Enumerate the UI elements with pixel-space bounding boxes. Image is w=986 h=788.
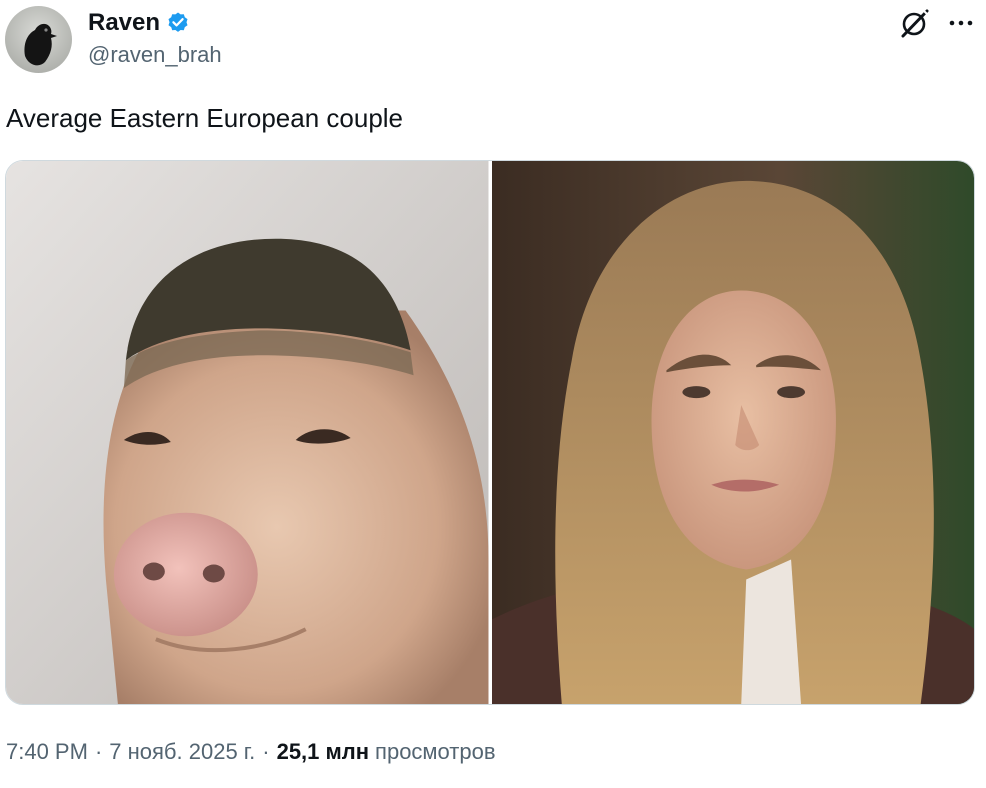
verified-badge-icon[interactable] [166, 11, 190, 35]
grok-icon [901, 9, 930, 38]
views-count[interactable]: 25,1 млн [277, 736, 369, 768]
media-image-1[interactable] [6, 161, 489, 704]
author-display-name[interactable]: Raven [88, 8, 160, 38]
author-handle[interactable]: @raven_brah [88, 42, 222, 68]
views-label: просмотров [375, 739, 496, 764]
tweet-time[interactable]: 7:40 PM [6, 736, 88, 768]
avatar[interactable] [5, 6, 72, 73]
more-horizontal-icon [949, 20, 973, 26]
pig-face-photo-icon [6, 161, 489, 704]
grok-button[interactable] [898, 6, 932, 40]
more-options-button[interactable] [944, 6, 978, 40]
tweet-meta: 7:40 PM · 7 нояб. 2025 г. · 25,1 млн про… [6, 736, 496, 768]
media-image-2[interactable] [491, 161, 974, 704]
woman-portrait-photo-icon [491, 161, 974, 704]
raven-avatar-icon [5, 6, 72, 73]
tweet-text: Average Eastern European couple [6, 103, 404, 133]
tweet-date[interactable]: 7 нояб. 2025 г. [109, 736, 255, 768]
meta-separator: · [94, 739, 103, 764]
meta-separator: · [262, 739, 270, 764]
media-grid [5, 160, 975, 705]
author-name-row: Raven [88, 8, 190, 38]
